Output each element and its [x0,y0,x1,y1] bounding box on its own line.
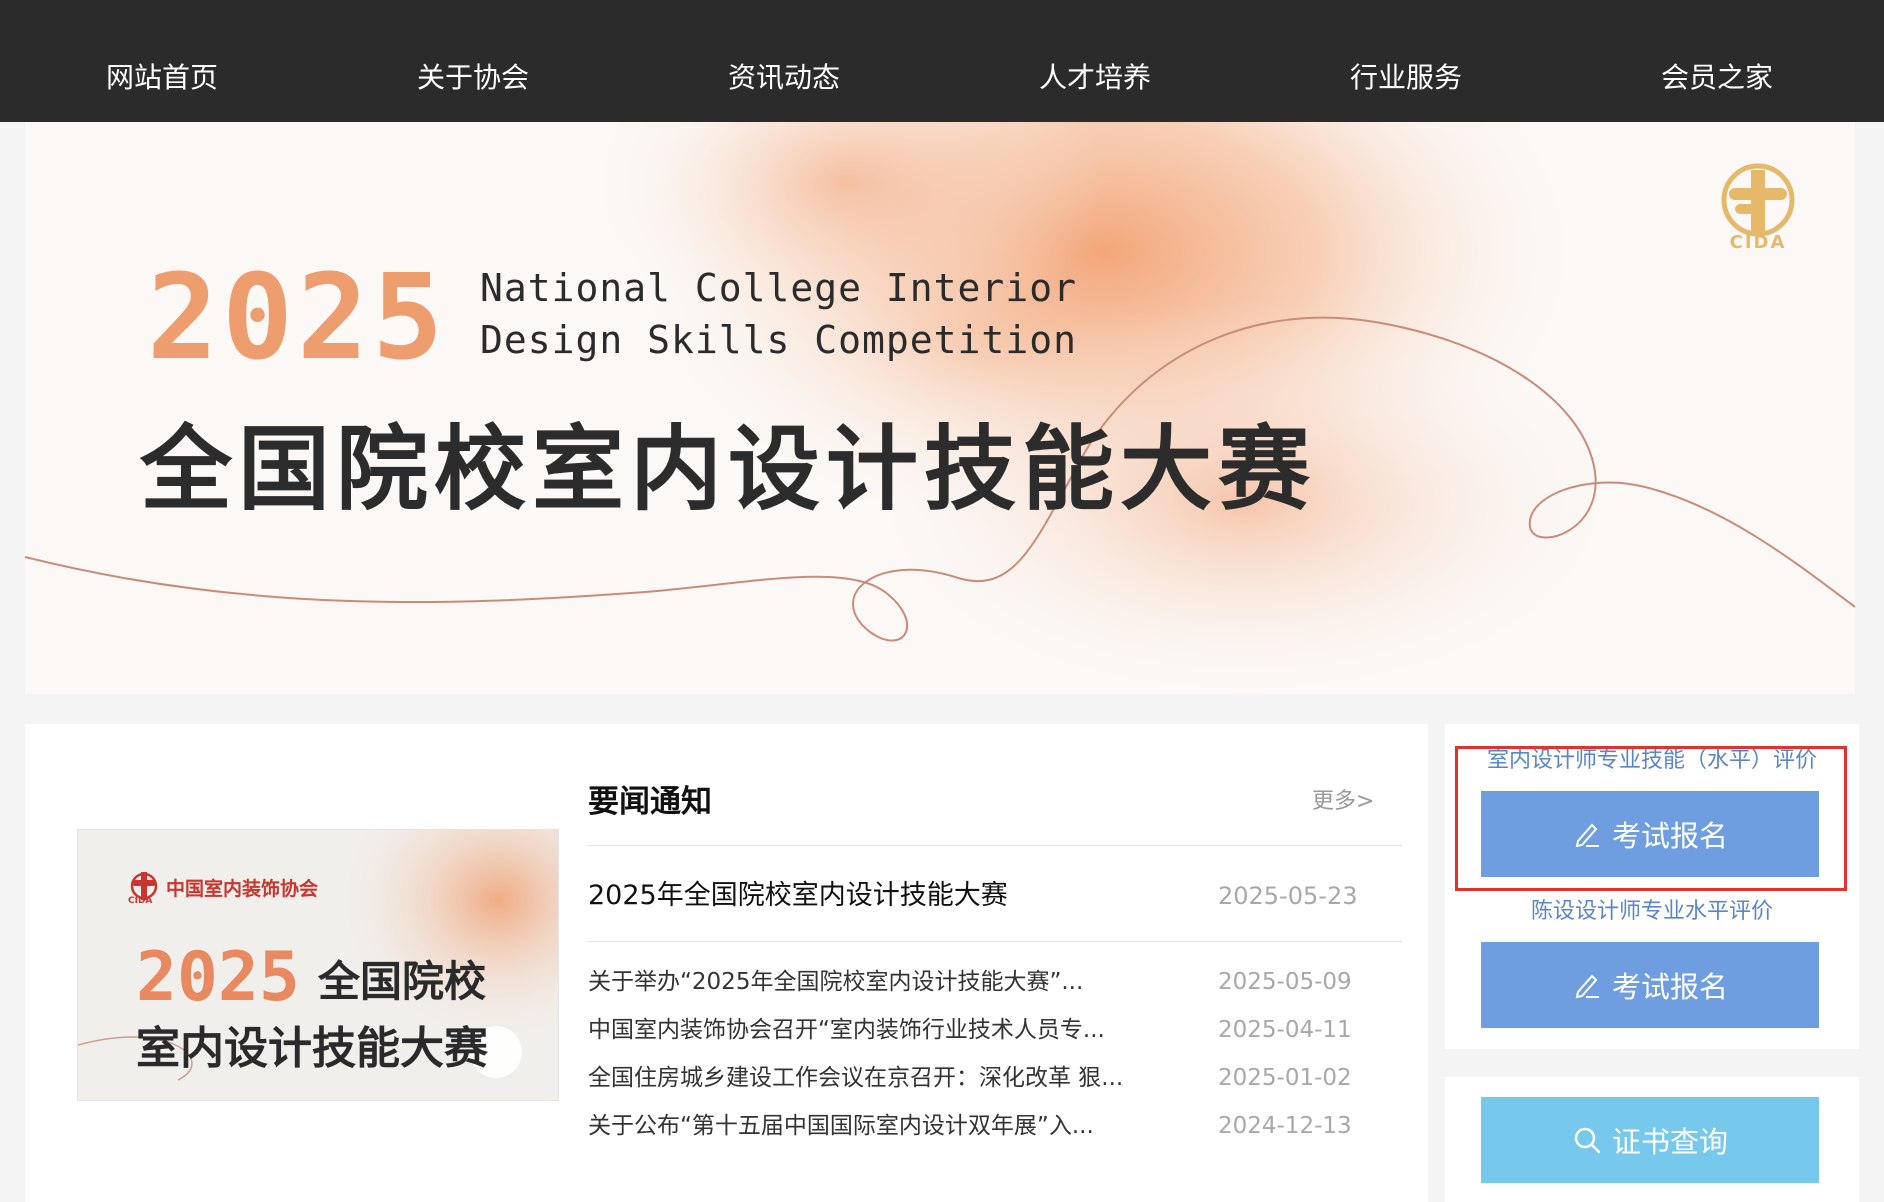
pen-icon [1575,974,1599,999]
nav-item-about[interactable]: 关于协会 [417,58,529,98]
pen-icon [1575,823,1599,848]
list-item-date: 2025-01-02 [1218,1065,1352,1091]
nav-item-news[interactable]: 资讯动态 [728,58,840,98]
news-headline-date: 2025-05-23 [1218,882,1358,910]
news-thumbnail[interactable]: CIDA 中国室内装饰协会 2025 全国院校 室内设计技能大赛 [77,829,559,1101]
nav-item-talent[interactable]: 人才培养 [1039,58,1151,98]
hero-banner[interactable]: CIDA 2025 National College Interior Desi… [25,122,1855,694]
thumbnail-title-line1: 全国院校 [318,957,487,1006]
banner-background [25,122,1855,694]
list-item-date: 2024-12-13 [1218,1113,1352,1139]
nav-item-home[interactable]: 网站首页 [106,58,218,98]
list-item-title: 中国室内装饰协会召开“室内装饰行业技术人员专... [588,1017,1105,1043]
interior-designer-evaluation-label[interactable]: 室内设计师专业技能（水平）评价 [1445,746,1859,776]
news-headline-title[interactable]: 2025年全国院校室内设计技能大赛 [588,876,1008,916]
nav-item-services[interactable]: 行业服务 [1350,58,1462,98]
interior-exam-register-button[interactable]: 考试报名 [1481,791,1819,877]
interior-exam-register-label: 考试报名 [1611,819,1728,853]
certificate-panel: 证书查询 [1445,1077,1859,1202]
thumbnail-logo-text: CIDA [128,896,153,906]
banner-english-line1: National College Interior [480,266,1077,310]
list-item-date: 2025-04-11 [1218,1017,1352,1043]
news-divider-top [588,845,1402,846]
list-item-title: 全国住房城乡建设工作会议在京召开：深化改革 狠... [588,1065,1124,1091]
banner-english-line2: Design Skills Competition [480,318,1077,362]
list-item[interactable]: 关于公布“第十五届中国国际室内设计双年展”入... 2024-12-13 [588,1108,1402,1148]
cida-logo-text: CIDA [1729,232,1787,253]
thumbnail-title-line2: 室内设计技能大赛 [136,1023,488,1074]
list-item-title: 关于举办“2025年全国院校室内设计技能大赛”... [588,969,1084,995]
news-divider-middle [588,941,1402,942]
news-more-link[interactable]: 更多> [1312,786,1374,818]
furnishing-exam-register-button[interactable]: 考试报名 [1481,942,1819,1028]
banner-english-title: National College Interior Design Skills … [480,262,1077,366]
search-icon [1574,1127,1601,1154]
certificate-query-button[interactable]: 证书查询 [1481,1097,1819,1183]
list-item[interactable]: 关于举办“2025年全国院校室内设计技能大赛”... 2025-05-09 [588,964,1402,1004]
thumbnail-year: 2025 [136,938,300,1017]
thumbnail-org-name: 中国室内装饰协会 [166,878,319,900]
furnishing-designer-evaluation-label[interactable]: 陈设设计师专业水平评价 [1445,897,1859,927]
list-item[interactable]: 中国室内装饰协会召开“室内装饰行业技术人员专... 2025-04-11 [588,1012,1402,1052]
top-nav: 网站首页 关于协会 资讯动态 人才培养 行业服务 会员之家 [0,0,1884,122]
list-item[interactable]: 全国住房城乡建设工作会议在京召开：深化改革 狠... 2025-01-02 [588,1060,1402,1100]
certificate-query-label: 证书查询 [1611,1125,1728,1159]
banner-year: 2025 [147,248,448,386]
list-item-date: 2025-05-09 [1218,969,1352,995]
banner-chinese-title: 全国院校室内设计技能大赛 [140,416,1317,523]
furnishing-exam-register-label: 考试报名 [1611,970,1728,1004]
news-panel: CIDA 中国室内装饰协会 2025 全国院校 室内设计技能大赛 要闻通知 更多… [25,724,1428,1202]
nav-item-members[interactable]: 会员之家 [1661,58,1773,98]
exam-registration-panel: 室内设计师专业技能（水平）评价 考试报名 陈设设计师专业水平评价 考试报名 [1445,724,1859,1049]
list-item-title: 关于公布“第十五届中国国际室内设计双年展”入... [588,1113,1094,1139]
news-section-title: 要闻通知 [588,784,712,820]
